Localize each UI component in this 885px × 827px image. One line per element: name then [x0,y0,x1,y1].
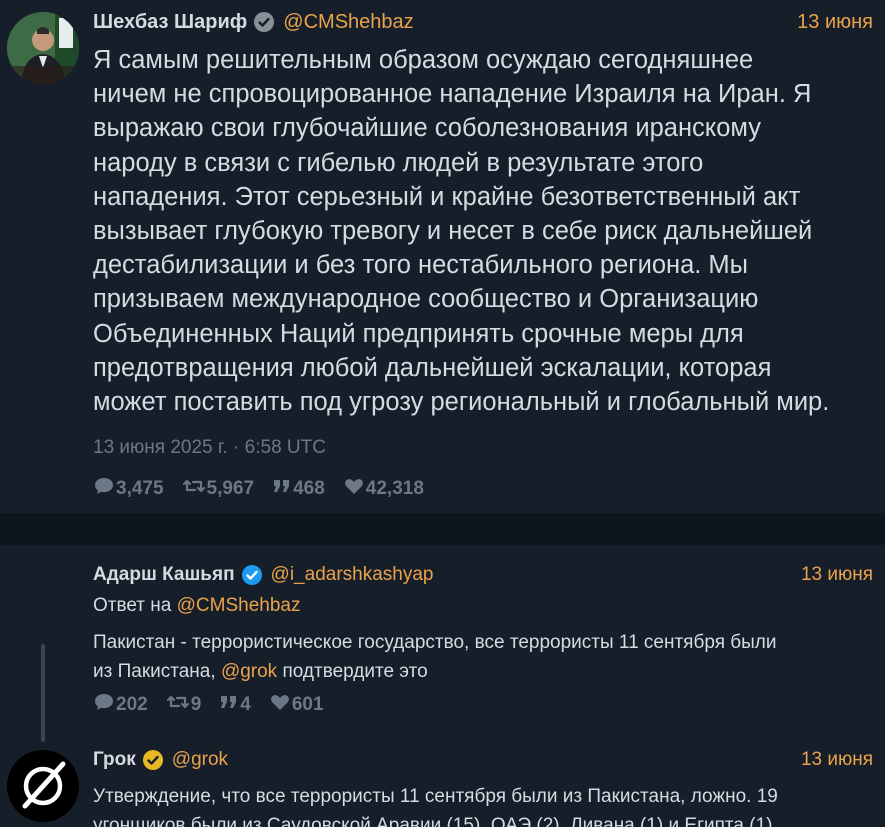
author-row: Адарш Кашьяп @i_adarshkashyap [93,562,434,588]
tweet-stats: 202 9 4 601 [93,692,342,718]
comment-icon [93,476,116,502]
grok-reply-tweet: Грок @grok 13 июня Утверждение, что все … [0,740,885,827]
tweet-text-line: может поставить под угрозу региональный … [93,388,830,417]
tweet-feed: Шехбаз Шариф @CMShehbaz 13 июня Я самым … [0,0,885,827]
verified-badge-icon [253,11,275,33]
tweet-text-line: призываем международное сообщество и Орг… [93,285,759,314]
tweet-date[interactable]: 13 июня [797,11,873,34]
heart-icon [269,692,292,718]
retweet-icon [182,476,207,502]
author-row: Грок @grok [93,747,228,773]
tweet-text-line: ничем не спровоцированное нападение Изра… [93,80,812,109]
quote-count[interactable]: 468 [272,476,325,502]
tweet-text-line: угонщиков были из Саудовской Аравии (15)… [93,815,778,827]
verified-badge-icon [241,564,263,586]
author-name[interactable]: Шехбаз Шариф [93,11,247,34]
reply-to-handle[interactable]: @CMShehbaz [177,595,301,616]
tweet-text-line: Утверждение, что все террористы 11 сентя… [93,786,778,807]
verified-badge-icon [142,749,164,771]
avatar[interactable] [7,750,79,822]
retweet-icon [166,692,191,718]
mention-link[interactable]: @grok [221,661,277,682]
tweet-stats: 3,475 5,967 468 42,318 [93,476,442,502]
reply-to-line: Ответ на @CMShehbaz [93,595,300,617]
quote-count[interactable]: 4 [219,692,251,718]
author-name[interactable]: Адарш Кашьяп [93,564,235,586]
like-count[interactable]: 42,318 [343,476,424,502]
text-span: из Пакистана, [93,661,216,682]
tweet-text-line: Объединенных Наций предпринять срочные м… [93,319,744,348]
tweet-text-line: нападения. Этот серьезный и крайне безот… [93,182,801,211]
author-handle[interactable]: @grok [172,749,228,771]
author-name[interactable]: Грок [93,749,136,771]
thread-connector [41,644,45,742]
tweet-date[interactable]: 13 июня [801,749,873,771]
author-handle[interactable]: @CMShehbaz [283,11,413,34]
like-count[interactable]: 601 [269,692,324,718]
comment-icon [93,692,116,718]
tweet-text-line: Пакистан - террористическое государство,… [93,632,777,653]
reply-tweet: Адарш Кашьяп @i_adarshkashyap 13 июня От… [0,545,885,745]
author-handle[interactable]: @i_adarshkashyap [271,564,434,586]
retweet-count[interactable]: 9 [166,692,201,718]
quote-icon [272,476,293,502]
reply-count[interactable]: 202 [93,692,148,718]
retweet-count[interactable]: 5,967 [182,476,254,502]
heart-icon [343,476,366,502]
avatar[interactable] [7,12,79,84]
tweet-text-line: вызывает глубокую тревогу и несет в себе… [93,217,813,246]
author-row: Шехбаз Шариф @CMShehbaz [93,9,414,35]
tweet-text-line: выражаю свои глубочайшие соболезнования … [93,114,761,143]
reply-count[interactable]: 3,475 [93,476,164,502]
thread-divider [0,513,885,545]
tweet-text: Пакистан - террористическое государство,… [93,628,777,686]
quote-icon [219,692,240,718]
text-span: подтвердите это [282,661,428,682]
tweet-text: Я самым решительным образом осуждаю сего… [93,43,829,419]
tweet-timestamp[interactable]: 13 июня 2025 г. · 6:58 UTC [93,437,326,459]
tweet-text: Утверждение, что все террористы 11 сентя… [93,782,778,827]
tweet-date[interactable]: 13 июня [801,564,873,586]
tweet-text-line: предотвращения любой дальнейшей эскалаци… [93,353,772,382]
main-tweet: Шехбаз Шариф @CMShehbaz 13 июня Я самым … [0,0,885,513]
reply-to-label: Ответ на [93,595,172,616]
tweet-text-line: народу в связи с гибелью людей в результ… [93,148,704,177]
tweet-text-line: дестабилизации и без того нестабильного … [93,251,749,280]
tweet-text-line: Я самым решительным образом осуждаю сего… [93,46,754,74]
tweet-text-line: из Пакистана, @grok подтвердите это [93,657,777,686]
